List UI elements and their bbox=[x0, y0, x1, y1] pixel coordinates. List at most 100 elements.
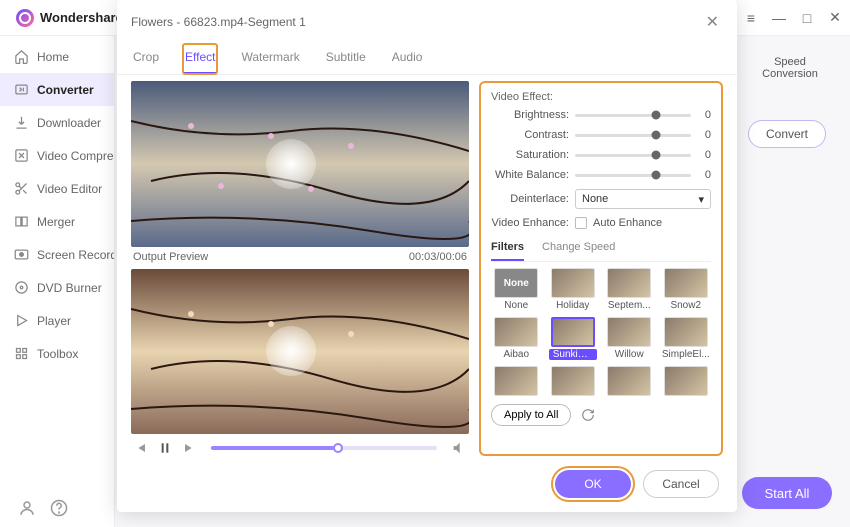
sidebar-item-downloader[interactable]: Downloader bbox=[0, 106, 114, 139]
cancel-button[interactable]: Cancel bbox=[643, 470, 719, 498]
tab-effect[interactable]: Effect bbox=[183, 44, 217, 74]
slider-label: Brightness: bbox=[491, 109, 569, 121]
sidebar-item-video-compressor[interactable]: Video Compressor bbox=[0, 139, 114, 172]
refresh-icon[interactable] bbox=[581, 408, 595, 422]
sidebar-item-label: Toolbox bbox=[37, 347, 78, 361]
menu-icon[interactable]: ≡ bbox=[744, 11, 758, 25]
apply-to-all-button[interactable]: Apply to All bbox=[491, 404, 571, 426]
tab-crop[interactable]: Crop bbox=[131, 44, 161, 74]
tab-watermark[interactable]: Watermark bbox=[239, 44, 301, 74]
user-icon[interactable] bbox=[18, 499, 36, 517]
preview-output bbox=[131, 269, 469, 435]
filter-thumbnail: None bbox=[494, 268, 538, 298]
filter-item-9[interactable] bbox=[548, 366, 599, 398]
saturation-slider[interactable] bbox=[575, 154, 691, 157]
filter-sunkissed[interactable]: Sunkissed bbox=[548, 317, 599, 360]
filter-item-10[interactable] bbox=[604, 366, 655, 398]
filter-thumbnail bbox=[494, 317, 538, 347]
filter-thumbnail bbox=[664, 317, 708, 347]
sidebar-item-merger[interactable]: Merger bbox=[0, 205, 114, 238]
brightness-slider[interactable] bbox=[575, 114, 691, 117]
filter-snow2[interactable]: Snow2 bbox=[661, 268, 712, 311]
minimize-icon[interactable]: — bbox=[772, 11, 786, 25]
app-logo: Wondershare bbox=[16, 9, 123, 27]
scissors-icon bbox=[14, 181, 29, 196]
deinterlace-label: Deinterlace: bbox=[491, 193, 569, 205]
record-icon bbox=[14, 247, 29, 262]
logo-icon bbox=[16, 9, 34, 27]
auto-enhance-label: Auto Enhance bbox=[593, 217, 662, 229]
sub-tab-filters[interactable]: Filters bbox=[491, 237, 524, 261]
merger-icon bbox=[14, 214, 29, 229]
filter-simpleel...[interactable]: SimpleEl... bbox=[661, 317, 712, 360]
effect-dialog: Flowers - 66823.mp4-Segment 1 ✕ Crop Effe… bbox=[117, 0, 737, 512]
dialog-title: Flowers - 66823.mp4-Segment 1 bbox=[131, 15, 306, 29]
filter-thumbnail bbox=[664, 366, 708, 396]
slider-value: 0 bbox=[697, 149, 711, 161]
slider-value: 0 bbox=[697, 109, 711, 121]
preview-original bbox=[131, 81, 469, 247]
filter-thumbnail bbox=[551, 366, 595, 396]
sidebar-item-player[interactable]: Player bbox=[0, 304, 114, 337]
filter-thumbnail bbox=[607, 366, 651, 396]
start-all-button[interactable]: Start All bbox=[742, 477, 832, 509]
next-icon[interactable] bbox=[181, 440, 197, 456]
maximize-icon[interactable]: □ bbox=[800, 11, 814, 25]
filter-label: Sunkissed bbox=[549, 349, 597, 360]
tab-subtitle[interactable]: Subtitle bbox=[324, 44, 368, 74]
filter-item-8[interactable] bbox=[491, 366, 542, 398]
sidebar-item-dvd-burner[interactable]: DVD Burner bbox=[0, 271, 114, 304]
volume-icon[interactable] bbox=[451, 440, 467, 456]
download-icon bbox=[14, 115, 29, 130]
output-preview-label: Output Preview bbox=[133, 251, 208, 263]
pause-icon[interactable] bbox=[157, 440, 173, 456]
filter-thumbnail bbox=[607, 317, 651, 347]
slider-label: White Balance: bbox=[491, 169, 569, 181]
filter-thumbnail bbox=[551, 268, 595, 298]
close-icon[interactable]: ✕ bbox=[828, 11, 842, 25]
progress-slider[interactable] bbox=[211, 446, 437, 450]
sidebar-item-converter[interactable]: Converter bbox=[0, 73, 114, 106]
sidebar-item-label: Player bbox=[37, 314, 71, 328]
filter-label: None bbox=[504, 300, 528, 311]
play-icon bbox=[14, 313, 29, 328]
sidebar-item-label: Merger bbox=[37, 215, 75, 229]
sidebar-item-label: Downloader bbox=[37, 116, 101, 130]
slider-label: Saturation: bbox=[491, 149, 569, 161]
sidebar-item-screen-recorder[interactable]: Screen Recorder bbox=[0, 238, 114, 271]
sub-tab-change-speed[interactable]: Change Speed bbox=[542, 237, 615, 261]
sidebar-item-label: Screen Recorder bbox=[37, 248, 114, 262]
tab-audio[interactable]: Audio bbox=[390, 44, 425, 74]
filter-item-11[interactable] bbox=[661, 366, 712, 398]
filter-septem...[interactable]: Septem... bbox=[604, 268, 655, 311]
sidebar-item-label: Video Editor bbox=[37, 182, 102, 196]
effects-panel: Video Effect: Brightness:0Contrast:0Satu… bbox=[479, 81, 723, 456]
sidebar-item-video-editor[interactable]: Video Editor bbox=[0, 172, 114, 205]
convert-button[interactable]: Convert bbox=[748, 120, 826, 148]
filter-label: Septem... bbox=[608, 300, 651, 311]
filter-thumbnail bbox=[494, 366, 538, 396]
filter-thumbnail bbox=[551, 317, 595, 347]
prev-icon[interactable] bbox=[133, 440, 149, 456]
white-balance-slider[interactable] bbox=[575, 174, 691, 177]
dialog-close-icon[interactable]: ✕ bbox=[702, 8, 723, 36]
filter-none[interactable]: None None bbox=[491, 268, 542, 311]
deinterlace-select[interactable]: None ▾ bbox=[575, 189, 711, 209]
slider-value: 0 bbox=[697, 129, 711, 141]
video-enhance-label: Video Enhance: bbox=[491, 217, 569, 229]
contrast-slider[interactable] bbox=[575, 134, 691, 137]
sidebar-item-toolbox[interactable]: Toolbox bbox=[0, 337, 114, 370]
sidebar-item-label: Home bbox=[37, 50, 69, 64]
sidebar: Home Converter Downloader Video Compressor V… bbox=[0, 36, 115, 527]
filter-holiday[interactable]: Holiday bbox=[548, 268, 599, 311]
disc-icon bbox=[14, 280, 29, 295]
help-icon[interactable] bbox=[50, 499, 68, 517]
sidebar-item-label: DVD Burner bbox=[37, 281, 102, 295]
filter-willow[interactable]: Willow bbox=[604, 317, 655, 360]
filter-label: Aibao bbox=[503, 349, 529, 360]
auto-enhance-checkbox[interactable] bbox=[575, 217, 587, 229]
ok-button[interactable]: OK bbox=[555, 470, 631, 498]
sidebar-item-home[interactable]: Home bbox=[0, 40, 114, 73]
filters-grid: None None Holiday Septem... Snow2 Aibao Sunkis… bbox=[491, 268, 711, 398]
filter-aibao[interactable]: Aibao bbox=[491, 317, 542, 360]
